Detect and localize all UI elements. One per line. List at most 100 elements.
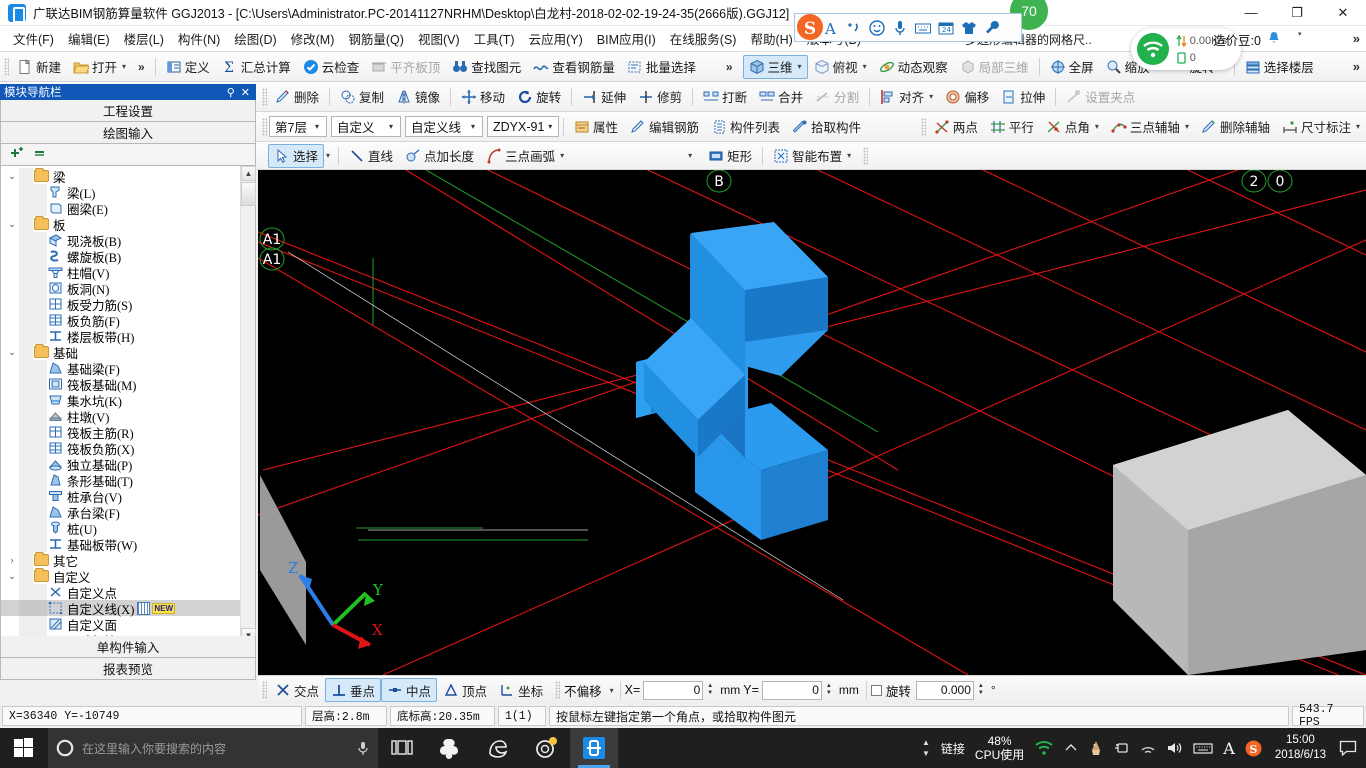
batch-select-button[interactable]: 批量选择 [621,55,702,79]
delete-axis-button[interactable]: 删除辅轴 [1195,115,1276,139]
align-button[interactable]: 对齐 ▾ [874,85,939,109]
cortana-app-icon[interactable] [522,728,570,768]
tree-item[interactable]: 圈梁(E) [1,200,240,217]
trim-button[interactable]: 修剪 [632,85,688,109]
onedrive-cone-icon[interactable] [1083,728,1109,768]
view-rebar-button[interactable]: 查看钢筋量 [527,55,621,79]
chevron-down-icon[interactable]: ▾ [1356,122,1360,131]
chevron-down-icon[interactable]: ⌄ [5,219,19,230]
edge-icon[interactable] [474,728,522,768]
menu-modify[interactable]: 修改(M) [284,26,342,51]
offset-button[interactable]: 偏移 [939,85,995,109]
maximize-button[interactable]: ❐ [1274,0,1320,26]
snap-intersection-button[interactable]: 交点 [269,678,325,702]
drawing-input-button[interactable]: 绘图输入 [0,122,256,144]
mirror-button[interactable]: 镜像 [390,85,446,109]
find-element-button[interactable]: 查找图元 [446,55,527,79]
menu-file[interactable]: 文件(F) [6,26,61,51]
tree-item[interactable]: 承台梁(F) [1,504,240,521]
menu-floor[interactable]: 楼层(L) [117,26,171,51]
tree-item[interactable]: 集水坑(K) [1,392,240,409]
chevron-down-icon[interactable]: ▾ [1185,122,1189,131]
task-view-icon[interactable] [378,728,426,768]
point-angle-axis-button[interactable]: 点角 ▾ [1040,115,1105,139]
rotate-checkbox[interactable] [870,684,882,696]
x-offset-input[interactable]: 0 [643,680,704,700]
three-point-axis-button[interactable]: 三点辅轴 ▾ [1105,115,1195,139]
comma-icon[interactable] [844,18,863,37]
rotate-element-button[interactable]: 旋转 [511,85,567,109]
sogou-tray-icon[interactable]: S [1240,728,1267,768]
component-type-select[interactable]: 自定义 ▾ [331,116,401,137]
chevron-down-icon[interactable]: ▾ [326,151,330,160]
keyboard-icon[interactable] [913,18,932,37]
toolbar-grip[interactable] [4,57,9,76]
summary-calc-button[interactable]: Σ 汇总计算 [216,55,297,79]
pick-component-button[interactable]: 拾取构件 [786,115,867,139]
ggj-app-icon[interactable] [570,728,618,768]
component-name-select[interactable]: ZDYX-91 ▾ [487,116,559,137]
top-view-button[interactable]: 俯视 ▾ [808,55,873,79]
tray-chevron-up-icon[interactable] [1059,728,1083,768]
menu-online-service[interactable]: 在线服务(S) [663,26,744,51]
pin-icon[interactable]: ⚲ [227,86,235,99]
tree-item[interactable]: 柱帽(V) [1,264,240,281]
two-point-axis-button[interactable]: 两点 [928,115,984,139]
report-preview-button[interactable]: 报表预览 [0,658,256,680]
fullscreen-button[interactable]: 全屏 [1044,55,1100,79]
ime-toolbar[interactable]: A 24 [794,13,1022,42]
split-button[interactable]: 分割 [809,85,865,109]
single-component-input-button[interactable]: 单构件输入 [0,636,256,658]
chevron-down-icon[interactable]: ▾ [1095,122,1099,131]
project-settings-button[interactable]: 工程设置 [0,100,256,122]
menu-help[interactable]: 帮助(H) [743,26,799,51]
extend-button[interactable]: 延伸 [576,85,632,109]
toolbar-grip[interactable] [920,117,926,136]
scroll-thumb[interactable] [241,182,256,206]
3d-viewport[interactable]: A1 A1 B 2 0 Z Y X [258,170,1366,675]
search-box[interactable]: 在这里输入你要搜索的内容 [48,728,378,768]
line-tool-button[interactable]: 直线 [343,144,399,168]
chevron-right-icon[interactable]: › [5,555,19,565]
chevron-down-icon[interactable]: ⌄ [5,571,19,582]
chevron-down-icon[interactable]: ▾ [466,122,480,131]
menu-rebar[interactable]: 钢筋量(Q) [341,26,411,51]
tree-scrollbar[interactable]: ▲ ▼ [240,166,256,643]
stretch-button[interactable]: 拉伸 [995,85,1051,109]
view-3d-button[interactable]: 三维 ▾ [742,54,808,79]
align-slab-top-button[interactable]: 平齐板顶 [365,55,446,79]
snap-coordinate-button[interactable]: 坐标 [493,678,549,702]
y-offset-stepper[interactable]: ▲ ▼ [822,681,836,700]
add-icon[interactable] [9,146,25,163]
wifi-green-icon[interactable] [1029,728,1059,768]
tree-item[interactable]: 自定义线(X) NEW [1,600,240,617]
menu-draw[interactable]: 绘图(D) [227,26,283,51]
remove-icon[interactable] [33,146,49,163]
tree-folder[interactable]: ⌄ 基础 [1,344,240,361]
cpu-usage-indicator[interactable]: 48% CPU使用 [970,728,1029,768]
snapbar-grip[interactable] [262,681,267,699]
chevron-down-icon[interactable]: ⌄ [5,171,19,182]
toolbar-right-overflow-icon[interactable]: » [1347,59,1366,74]
rotate-input[interactable]: 0.000 [915,680,974,700]
toolbar-mid-overflow-icon[interactable]: » [702,60,743,74]
offset-mode-select[interactable]: 不偏移 ▾ [562,681,616,700]
usb-icon[interactable] [1109,728,1135,768]
close-button[interactable]: ✕ [1320,0,1366,26]
chevron-down-icon[interactable]: ▾ [384,122,398,131]
net-chevron-icon[interactable]: ▾ [1298,30,1302,38]
rectangle-tool-button[interactable]: 矩形 [702,144,758,168]
menu-component[interactable]: 构件(N) [171,26,227,51]
break-button[interactable]: 打断 [697,85,753,109]
rotate-stepper[interactable]: ▲ ▼ [974,681,988,700]
open-button[interactable]: 打开 ▾ [67,55,132,79]
define-button[interactable]: 定义 [160,55,216,79]
edit-rebar-button[interactable]: 编辑钢筋 [624,115,705,139]
chevron-down-icon[interactable]: ▾ [560,151,564,160]
clock[interactable]: 15:00 2018/6/13 [1267,733,1334,763]
chevron-down-icon[interactable]: ▾ [798,62,802,71]
partial-3d-button[interactable]: 局部三维 [954,55,1035,79]
toolbar-grip[interactable] [863,146,869,165]
point-length-tool-button[interactable]: 点加长度 [399,144,480,168]
volume-icon[interactable] [1161,728,1188,768]
